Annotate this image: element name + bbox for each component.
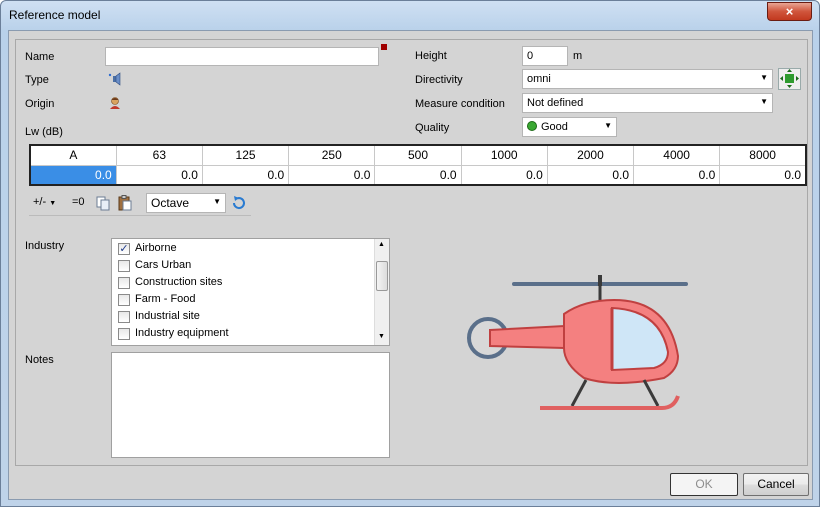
list-item-label: Airborne xyxy=(135,242,177,254)
plus-minus-button[interactable]: +/- ▼ xyxy=(33,196,56,208)
list-scrollbar[interactable]: ▲ ▼ xyxy=(374,239,389,345)
lw-header-row: A 63 125 250 500 1000 2000 4000 8000 xyxy=(29,144,807,166)
list-item-label: Farm - Food xyxy=(135,293,196,305)
directivity-value: omni xyxy=(527,73,551,85)
scroll-thumb[interactable] xyxy=(376,261,388,291)
checkbox[interactable] xyxy=(118,260,130,272)
industry-list[interactable]: ✓ Airborne Cars Urban Construction sites… xyxy=(111,238,390,346)
close-button[interactable]: × xyxy=(767,2,812,21)
refresh-icon[interactable] xyxy=(230,194,248,215)
band-select[interactable]: Octave ▼ xyxy=(146,193,226,213)
scroll-up-icon[interactable]: ▲ xyxy=(378,241,385,248)
measure-condition-value: Not defined xyxy=(527,97,584,109)
directivity-label: Directivity xyxy=(415,74,463,86)
status-dot-icon xyxy=(527,121,537,131)
lw-value-cell[interactable]: 0.0 xyxy=(115,164,203,186)
lw-value-cell[interactable]: 0.0 xyxy=(374,164,462,186)
measure-condition-label: Measure condition xyxy=(415,98,505,110)
lw-value-cell[interactable]: 0.0 xyxy=(201,164,290,186)
list-item-label: Construction sites xyxy=(135,276,223,288)
lw-header-cell: 250 xyxy=(288,144,376,166)
title-bar[interactable]: Reference model × xyxy=(1,1,819,31)
ok-button[interactable]: OK xyxy=(670,473,738,496)
helicopter-illustration xyxy=(467,275,688,410)
industry-label: Industry xyxy=(25,240,65,252)
lw-header-cell: 8000 xyxy=(719,144,807,166)
plus-minus-label: +/- xyxy=(33,196,47,208)
copy-icon[interactable] xyxy=(96,196,110,214)
spectrum-toolbar: +/- ▼ =0 Octave ▼ xyxy=(29,192,251,216)
main-panel: Name Type Origin Lw (dB) Height 0 m Dire… xyxy=(15,39,808,466)
list-item-label: Industrial site xyxy=(135,310,200,322)
user-icon[interactable] xyxy=(108,96,122,113)
lw-header-cell: 125 xyxy=(201,144,290,166)
lw-header-cell: 2000 xyxy=(546,144,635,166)
lw-header-cell: A xyxy=(29,144,117,166)
lw-header-cell: 4000 xyxy=(633,144,721,166)
quality-label: Quality xyxy=(415,122,450,134)
band-value: Octave xyxy=(151,196,190,210)
required-marker xyxy=(381,44,387,50)
lw-header-cell: 1000 xyxy=(460,144,548,166)
origin-label: Origin xyxy=(25,98,55,110)
lw-label: Lw (dB) xyxy=(25,126,63,138)
move-icon[interactable] xyxy=(778,68,801,90)
chevron-down-icon: ▼ xyxy=(49,200,57,207)
checkbox[interactable] xyxy=(118,328,130,340)
quality-select[interactable]: Good ▼ xyxy=(522,117,617,137)
lw-header-cell: 500 xyxy=(374,144,462,166)
set-zero-button[interactable]: =0 xyxy=(72,196,85,208)
scroll-down-icon[interactable]: ▼ xyxy=(378,333,385,340)
cancel-button[interactable]: Cancel xyxy=(743,473,809,496)
height-input[interactable]: 0 xyxy=(522,46,568,66)
notes-label: Notes xyxy=(25,354,54,366)
list-item-label: Industry equipment xyxy=(135,327,229,339)
quality-value: Good xyxy=(541,121,568,133)
lw-value-cell[interactable]: 0.0 xyxy=(719,164,807,186)
name-label: Name xyxy=(25,51,55,63)
lw-value-cell[interactable]: 0.0 xyxy=(633,164,721,186)
lw-value-cell[interactable]: 0.0 xyxy=(29,164,117,186)
type-label: Type xyxy=(25,74,49,86)
notes-textarea[interactable] xyxy=(111,352,390,458)
chevron-down-icon: ▼ xyxy=(760,97,768,106)
lw-value-cell[interactable]: 0.0 xyxy=(546,164,635,186)
list-item-label: Cars Urban xyxy=(135,259,192,271)
measure-condition-select[interactable]: Not defined ▼ xyxy=(522,93,773,113)
height-unit: m xyxy=(573,50,583,62)
chevron-down-icon: ▼ xyxy=(213,197,221,206)
reference-model-window: Reference model × Name Type Origin Lw (d… xyxy=(0,0,820,507)
checkbox[interactable] xyxy=(118,294,130,306)
lw-value-cell[interactable]: 0.0 xyxy=(288,164,376,186)
height-label: Height xyxy=(415,50,447,62)
chevron-down-icon: ▼ xyxy=(604,121,612,130)
checkbox[interactable] xyxy=(118,311,130,323)
checkbox[interactable]: ✓ xyxy=(118,243,130,255)
lw-header-cell: 63 xyxy=(115,144,203,166)
dialog-body: Name Type Origin Lw (dB) Height 0 m Dire… xyxy=(8,30,813,500)
checkbox[interactable] xyxy=(118,277,130,289)
name-input[interactable] xyxy=(105,47,379,66)
lw-value-row: 0.0 0.0 0.0 0.0 0.0 0.0 0.0 0.0 0.0 xyxy=(29,164,807,186)
lw-spectrum-table: A 63 125 250 500 1000 2000 4000 8000 0.0… xyxy=(29,144,807,186)
lw-value-cell[interactable]: 0.0 xyxy=(460,164,548,186)
window-title: Reference model xyxy=(9,8,101,22)
speaker-icon[interactable] xyxy=(108,72,124,89)
chevron-down-icon: ▼ xyxy=(760,73,768,82)
paste-icon[interactable] xyxy=(118,195,132,214)
directivity-select[interactable]: omni ▼ xyxy=(522,69,773,89)
